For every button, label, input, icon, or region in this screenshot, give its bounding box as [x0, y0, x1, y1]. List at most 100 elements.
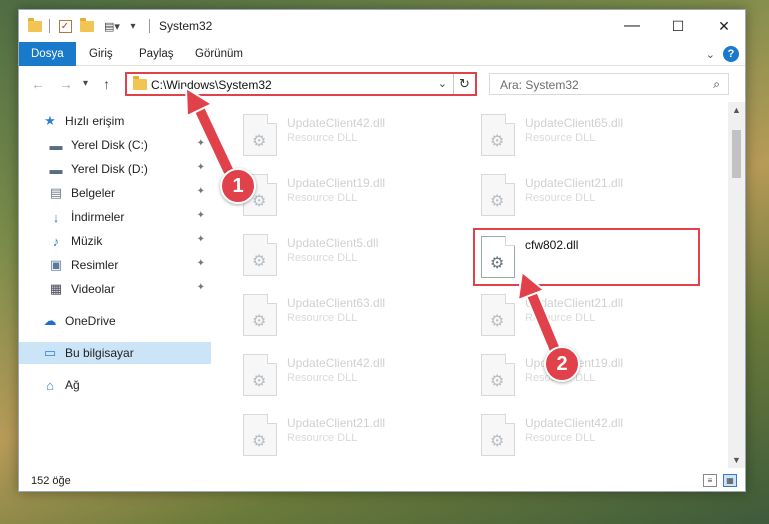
file-name: UpdateClient63.dll	[287, 296, 386, 310]
refresh-icon[interactable]: ↻	[453, 74, 475, 94]
sidebar-item-label: Videolar	[71, 282, 115, 296]
file-type: Resource DLL	[287, 132, 358, 144]
pin-icon[interactable]: ✦	[197, 282, 205, 293]
close-button[interactable]: ✕	[701, 10, 745, 42]
network-icon: ⌂	[46, 377, 54, 393]
search-icon: ⌕	[713, 77, 720, 91]
file-name: UpdateClient42.dll	[525, 416, 624, 430]
vertical-scrollbar[interactable]: ▲ ▼	[728, 102, 745, 468]
sidebar-item-videos[interactable]: ▦ Videolar ✦	[19, 278, 211, 300]
search-input[interactable]: Ara: System32 ⌕	[489, 73, 729, 95]
cloud-icon: ☁	[43, 313, 57, 328]
sidebar-item-music[interactable]: ♪ Müzik ✦	[19, 230, 211, 252]
pin-icon[interactable]: ✦	[197, 186, 205, 197]
dll-file-icon: ⚙	[243, 354, 277, 396]
drive-icon: ▬	[49, 137, 63, 153]
file-name: UpdateClient42.dll	[287, 356, 386, 370]
file-item[interactable]: ⚙ UpdateClient42.dll Resource DLL	[237, 348, 457, 402]
file-item[interactable]: ⚙ UpdateClient21.dll Resource DLL	[475, 168, 695, 222]
navigation-pane: ★ Hızlı erişim ▬ Yerel Disk (C:) ✦ ▬ Yer…	[19, 102, 215, 468]
sidebar-item-downloads[interactable]: ↓ İndirmeler ✦	[19, 206, 211, 228]
sidebar-item-documents[interactable]: ▤ Belgeler ✦	[19, 182, 211, 204]
gear-icon: ⚙	[252, 433, 267, 450]
gear-icon: ⚙	[252, 373, 267, 390]
chevron-down-icon[interactable]: ⌄	[438, 77, 447, 90]
file-item[interactable]: ⚙ UpdateClient63.dll Resource DLL	[237, 288, 457, 342]
forward-icon[interactable]: →	[59, 76, 73, 92]
file-item[interactable]: ⚙ UpdateClient19.dll Resource DLL	[237, 168, 457, 222]
gear-icon: ⚙	[490, 193, 505, 210]
pin-icon[interactable]: ✦	[197, 234, 205, 245]
tab-home[interactable]: Giriş	[89, 42, 113, 66]
divider	[149, 19, 150, 33]
sidebar-item-label: Yerel Disk (D:)	[71, 162, 148, 176]
details-view-icon[interactable]: ≡	[703, 474, 717, 487]
gear-icon: ⚙	[252, 133, 267, 150]
up-icon[interactable]: ↑	[103, 76, 110, 92]
file-item[interactable]: ⚙ UpdateClient42.dll Resource DLL	[237, 108, 457, 162]
music-icon: ♪	[52, 233, 60, 249]
pin-icon[interactable]: ✦	[197, 138, 205, 149]
pin-icon[interactable]: ✦	[197, 162, 205, 173]
file-name: UpdateClient42.dll	[287, 116, 386, 130]
sidebar-item-label: Müzik	[71, 234, 103, 248]
sidebar-item-label: Hızlı erişim	[65, 114, 125, 128]
sidebar-item-label: Resimler	[71, 258, 119, 272]
address-bar[interactable]: C:\Windows\System32 ⌄ ↻	[125, 72, 477, 96]
sidebar-item-pictures[interactable]: ▣ Resimler ✦	[19, 254, 211, 276]
drive-icon: ▬	[49, 161, 63, 177]
sidebar-item-this-pc[interactable]: ▭ Bu bilgisayar	[19, 342, 211, 364]
file-item[interactable]: ⚙ UpdateClient5.dll Resource DLL	[237, 228, 457, 282]
scroll-up-icon[interactable]: ▲	[728, 102, 745, 118]
customize-toolbar-icon[interactable]: ▤▾	[101, 18, 123, 34]
sidebar-item-label: OneDrive	[65, 314, 116, 328]
dll-file-icon: ⚙	[481, 236, 515, 278]
explorer-window: ✓ ▤▾ ▾ System32 — ☐ ✕ Dosya Giriş Paylaş…	[18, 9, 746, 492]
divider	[49, 19, 50, 33]
sidebar-item-onedrive[interactable]: ☁ OneDrive	[19, 310, 211, 332]
tiles-view-icon[interactable]: ▦	[723, 474, 737, 487]
file-item-cfw802[interactable]: ⚙ cfw802.dll	[473, 228, 700, 286]
star-icon: ★	[44, 113, 56, 128]
file-type: Resource DLL	[525, 132, 596, 144]
file-item[interactable]: ⚙ UpdateClient42.dll Resource DLL	[475, 408, 695, 462]
tab-view[interactable]: Görünüm	[195, 42, 243, 66]
sidebar-item-drive-c[interactable]: ▬ Yerel Disk (C:) ✦	[19, 134, 211, 156]
file-type: Resource DLL	[287, 432, 358, 444]
sidebar-item-quick-access[interactable]: ★ Hızlı erişim	[19, 110, 211, 132]
gear-icon: ⚙	[490, 433, 505, 450]
scrollbar-thumb[interactable]	[732, 130, 741, 178]
scroll-down-icon[interactable]: ▼	[728, 452, 745, 468]
navigation-bar: ← → ▾ ↑ C:\Windows\System32 ⌄ ↻ Ara: Sys…	[19, 67, 745, 101]
sidebar-item-network[interactable]: ⌂ Ağ	[19, 374, 211, 396]
new-folder-icon[interactable]	[79, 17, 95, 34]
back-icon[interactable]: ←	[31, 76, 45, 92]
file-type: Resource DLL	[525, 432, 596, 444]
dropdown-icon[interactable]: ▾	[125, 18, 141, 34]
sidebar-item-label: Yerel Disk (C:)	[71, 138, 148, 152]
ribbon-expand-icon[interactable]: ⌄	[706, 48, 715, 61]
dll-file-icon: ⚙	[481, 114, 515, 156]
sidebar-item-drive-d[interactable]: ▬ Yerel Disk (D:) ✦	[19, 158, 211, 180]
pin-icon[interactable]: ✦	[197, 258, 205, 269]
file-item[interactable]: ⚙ UpdateClient19.dll Resource DLL	[475, 348, 695, 402]
file-item[interactable]: ⚙ UpdateClient21.dll Resource DLL	[475, 288, 695, 342]
tab-share[interactable]: Paylaş	[139, 42, 174, 66]
file-type: Resource DLL	[287, 192, 358, 204]
file-item[interactable]: ⚙ UpdateClient65.dll Resource DLL	[475, 108, 695, 162]
recent-locations-icon[interactable]: ▾	[83, 78, 88, 89]
gear-icon: ⚙	[490, 133, 505, 150]
download-icon: ↓	[52, 209, 60, 225]
gear-icon: ⚙	[252, 313, 267, 330]
help-icon[interactable]: ?	[723, 46, 739, 62]
pin-icon[interactable]: ✦	[197, 210, 205, 221]
file-item[interactable]: ⚙ UpdateClient21.dll Resource DLL	[237, 408, 457, 462]
minimize-button[interactable]: —	[609, 10, 655, 42]
properties-icon[interactable]: ✓	[57, 18, 73, 34]
dll-file-icon: ⚙	[481, 414, 515, 456]
pictures-icon: ▣	[49, 257, 63, 272]
tab-file[interactable]: Dosya	[19, 42, 76, 66]
item-count: 152 öğe	[31, 475, 71, 487]
maximize-button[interactable]: ☐	[655, 10, 701, 42]
file-name: UpdateClient19.dll	[287, 176, 386, 190]
